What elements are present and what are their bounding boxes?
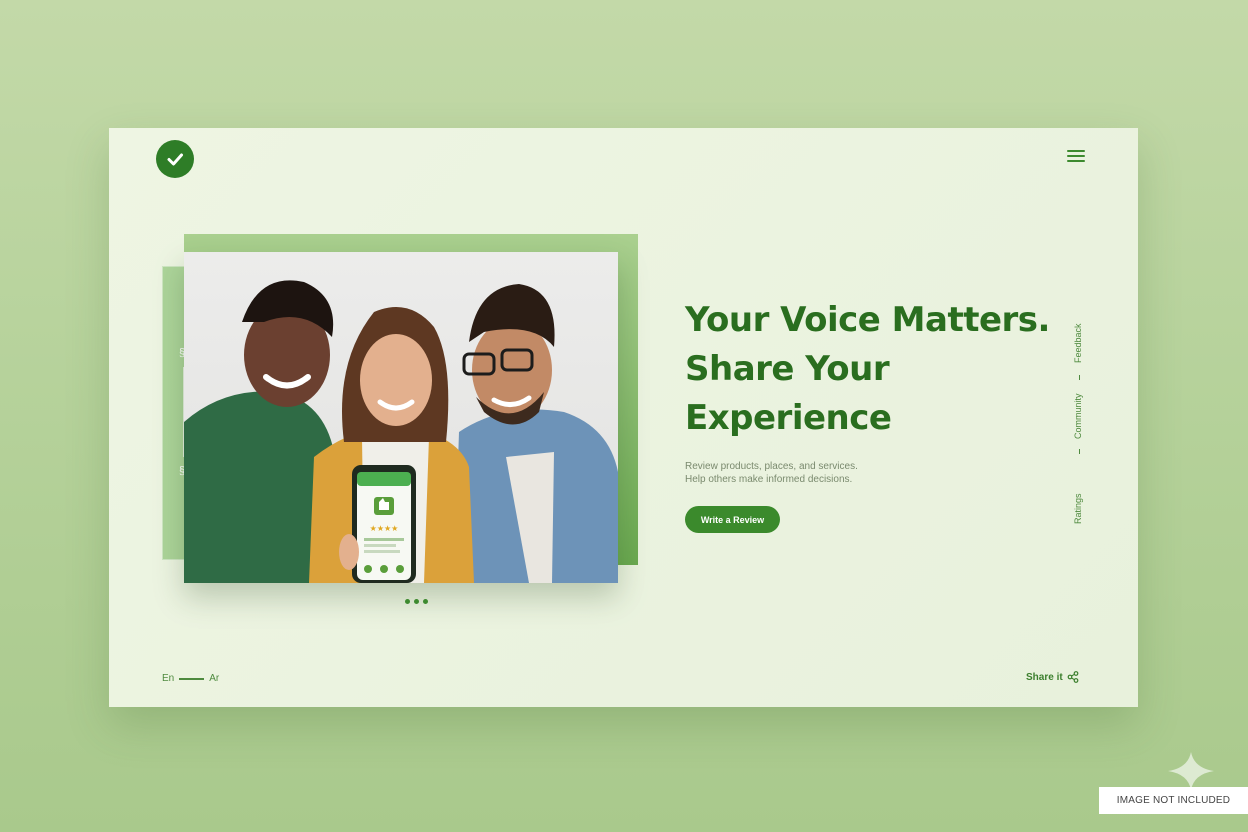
side-nav-feedback[interactable]: Feedback <box>1073 323 1083 363</box>
lang-ar[interactable]: Ar <box>209 673 219 684</box>
hero-photo: ★★★★ <box>184 252 618 583</box>
carousel-dot[interactable] <box>414 599 419 604</box>
people-illustration: ★★★★ <box>184 280 618 583</box>
check-circle-icon <box>167 153 183 166</box>
image-not-included-badge: IMAGE NOT INCLUDED <box>1099 787 1248 814</box>
headline-line-1: Your Voice Matters. <box>685 300 1050 340</box>
carousel-dot[interactable] <box>405 599 410 604</box>
share-icon <box>1067 671 1079 683</box>
carousel-dots[interactable] <box>405 599 428 604</box>
side-nav-divider <box>1079 375 1080 380</box>
lang-divider <box>179 677 205 680</box>
phone-rating-stars: ★★★★ <box>370 524 399 533</box>
write-review-button[interactable]: Write a Review <box>685 506 780 533</box>
lang-en[interactable]: En <box>162 673 174 684</box>
side-nav-ratings[interactable]: Ratings <box>1073 493 1083 524</box>
landing-card: § § ★★★★ Your Voice Matters. Share Your … <box>109 128 1138 707</box>
vertical-side-nav: Feedback Community Ratings <box>1073 313 1089 528</box>
sparkle-icon <box>1168 752 1214 790</box>
subtext-line-2: Help others make informed decisions. <box>685 474 853 485</box>
hero-subtext: Review products, places, and services. H… <box>685 460 945 486</box>
logo[interactable] <box>156 140 194 178</box>
hero-headline: Your Voice Matters. Share Your Experienc… <box>685 296 1085 443</box>
carousel-dot[interactable] <box>423 599 428 604</box>
language-switcher: En Ar <box>162 673 219 684</box>
subtext-line-1: Review products, places, and services. <box>685 461 858 472</box>
side-nav-community[interactable]: Community <box>1073 393 1083 439</box>
headline-line-3: Experience <box>685 398 892 438</box>
side-nav-divider <box>1079 449 1080 454</box>
share-label: Share it <box>1026 671 1063 683</box>
share-button[interactable]: Share it <box>1026 671 1079 683</box>
hamburger-menu-icon[interactable] <box>1067 147 1085 163</box>
headline-line-2: Share Your <box>685 349 890 389</box>
